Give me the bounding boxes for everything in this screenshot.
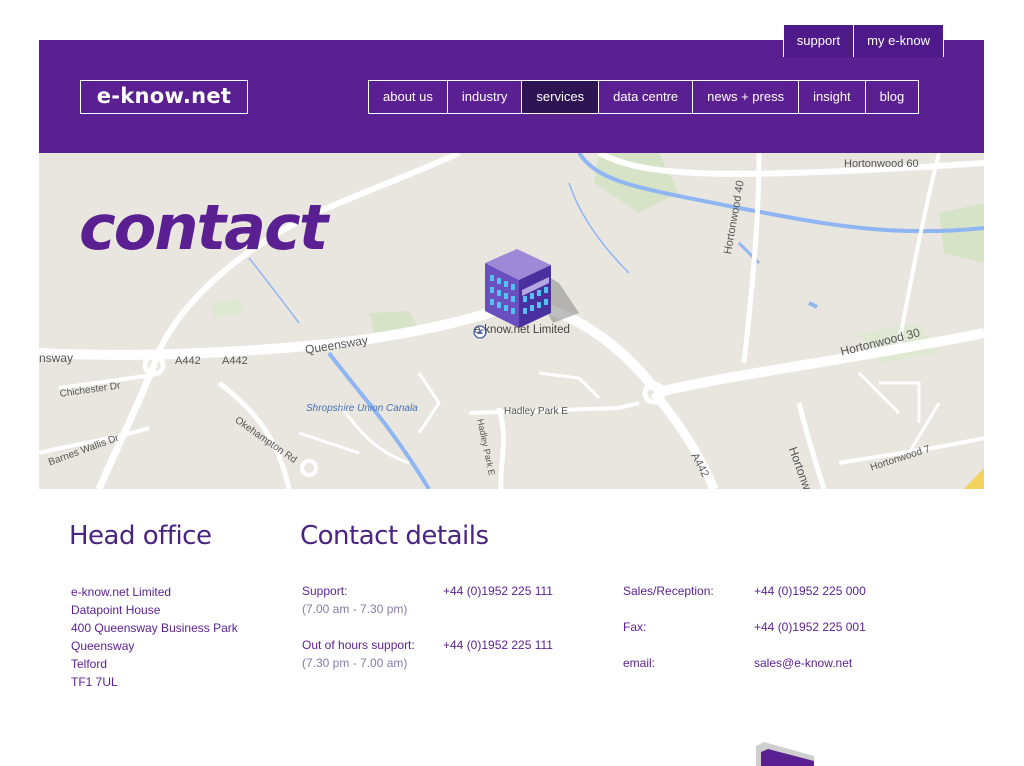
fax-number: +44 (0)1952 225 001: [754, 620, 866, 634]
map-label-sway: nsway: [39, 351, 74, 365]
map-label-hortonwood60: Hortonwood 60: [844, 158, 919, 170]
support-phone[interactable]: +44 (0)1952 225 111: [443, 584, 553, 598]
location-map[interactable]: contact e-know.net Limited Hortonwood 60…: [39, 153, 984, 489]
nav-news-press[interactable]: news + press: [692, 81, 798, 113]
email-label: email:: [623, 656, 656, 670]
nav-insight[interactable]: insight: [798, 81, 865, 113]
support-link[interactable]: support: [782, 24, 854, 57]
support-hours: (7.00 am - 7.30 pm): [302, 602, 408, 616]
address-line-building: Datapoint House: [71, 603, 161, 617]
page-title: contact: [79, 191, 328, 264]
site-logo[interactable]: e-know.net: [80, 80, 248, 114]
address-line-town: Telford: [71, 657, 108, 671]
map-label-a442-2: A442: [222, 355, 248, 367]
map-pin-label[interactable]: e-know.net Limited: [474, 324, 570, 336]
address-line-company: e-know.net Limited: [71, 585, 172, 599]
utility-nav: support my e-know: [782, 24, 944, 57]
fax-label: Fax:: [623, 620, 647, 634]
head-office-address: e-know.net Limited Datapoint House 400 Q…: [71, 583, 238, 691]
map-label-hadley: Hadley Park E: [504, 406, 568, 417]
out-of-hours-phone[interactable]: +44 (0)1952 225 111: [443, 638, 553, 652]
address-line-street: 400 Queensway Business Park: [71, 621, 238, 635]
my-eknow-link[interactable]: my e-know: [853, 24, 944, 57]
nav-industry[interactable]: industry: [446, 81, 522, 113]
email-link[interactable]: sales@e-know.net: [754, 656, 852, 670]
map-label-a442-1: A442: [175, 355, 201, 367]
nav-about-us[interactable]: about us: [369, 81, 447, 113]
nav-services[interactable]: services: [521, 81, 599, 113]
building-icon: [485, 249, 579, 328]
nav-blog[interactable]: blog: [864, 81, 919, 113]
nav-data-centre[interactable]: data centre: [598, 81, 692, 113]
out-of-hours-label: Out of hours support:: [302, 638, 415, 652]
head-office-heading: Head office: [69, 521, 212, 551]
contact-details-heading: Contact details: [300, 521, 489, 551]
support-label: Support:: [302, 584, 348, 598]
address-line-area: Queensway: [71, 639, 135, 653]
sales-phone[interactable]: +44 (0)1952 225 000: [754, 584, 866, 598]
sales-label: Sales/Reception:: [623, 584, 714, 598]
decorative-device-graphic: [756, 742, 814, 766]
main-nav: about us industry services data centre n…: [368, 80, 920, 114]
address-line-postcode: TF1 7UL: [71, 675, 118, 689]
out-of-hours-hours: (7.30 pm - 7.00 am): [302, 656, 408, 670]
map-label-canal: Shropshire Union Canala: [306, 403, 418, 414]
